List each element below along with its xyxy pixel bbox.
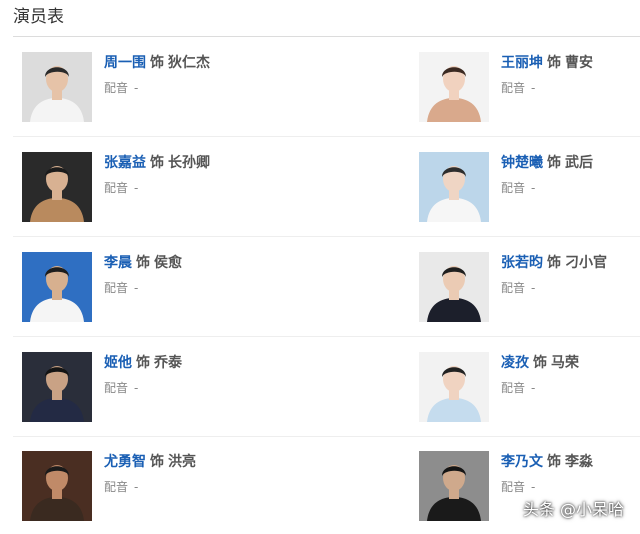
voice-value: - [134, 81, 139, 95]
role-name: 曹安 [565, 55, 593, 71]
voice-label: 配音 [104, 381, 129, 395]
voice-label: 配音 [104, 181, 129, 195]
cast-item: 尤勇智饰洪亮配音 - [22, 451, 242, 523]
actor-photo[interactable] [22, 52, 92, 122]
actor-name-link[interactable]: 王丽坤 [501, 55, 543, 71]
voice-label: 配音 [501, 281, 526, 295]
voice-label: 配音 [501, 480, 526, 494]
connector-label: 饰 [136, 255, 150, 271]
connector-label: 饰 [150, 454, 164, 470]
role-name: 狄仁杰 [168, 55, 210, 71]
actor-name-link[interactable]: 周一围 [104, 55, 146, 71]
voice-label: 配音 [501, 381, 526, 395]
connector-label: 饰 [150, 155, 164, 171]
role-name: 洪亮 [168, 454, 196, 470]
cast-item: 张若昀饰刁小官配音 - [419, 252, 639, 324]
voice-value: - [531, 381, 536, 395]
voice-value: - [134, 281, 139, 295]
connector-label: 饰 [547, 55, 561, 71]
cast-item: 姬他饰乔泰配音 - [22, 352, 242, 424]
row-divider [13, 436, 640, 437]
voice-label: 配音 [104, 81, 129, 95]
actor-photo[interactable] [22, 252, 92, 322]
voice-value: - [134, 181, 139, 195]
actor-name-link[interactable]: 张若昀 [501, 255, 543, 271]
voice-label: 配音 [104, 480, 129, 494]
voice-value: - [531, 480, 536, 494]
actor-photo[interactable] [419, 52, 489, 122]
actor-photo[interactable] [22, 451, 92, 521]
cast-item: 李晨饰侯愈配音 - [22, 252, 242, 324]
connector-label: 饰 [150, 55, 164, 71]
connector-label: 饰 [547, 155, 561, 171]
actor-photo[interactable] [419, 352, 489, 422]
actor-name-link[interactable]: 凌孜 [501, 355, 529, 371]
actor-name-link[interactable]: 尤勇智 [104, 454, 146, 470]
voice-value: - [134, 381, 139, 395]
cast-item: 凌孜饰马荣配音 - [419, 352, 639, 424]
actor-photo[interactable] [419, 451, 489, 521]
voice-label: 配音 [501, 81, 526, 95]
connector-label: 饰 [547, 255, 561, 271]
actor-photo[interactable] [419, 252, 489, 322]
role-name: 乔泰 [154, 355, 182, 371]
cast-item: 王丽坤饰曹安配音 - [419, 52, 639, 124]
row-divider [13, 336, 640, 337]
role-name: 侯愈 [154, 255, 182, 271]
role-name: 武后 [565, 155, 593, 171]
actor-photo[interactable] [419, 152, 489, 222]
watermark: 头条 @小呆哈 [522, 500, 624, 519]
voice-label: 配音 [104, 281, 129, 295]
voice-value: - [531, 281, 536, 295]
actor-name-link[interactable]: 钟楚曦 [501, 155, 543, 171]
row-divider [13, 136, 640, 137]
connector-label: 饰 [136, 355, 150, 371]
actor-photo[interactable] [22, 152, 92, 222]
connector-label: 饰 [547, 454, 561, 470]
role-name: 刁小官 [565, 255, 607, 271]
cast-item: 钟楚曦饰武后配音 - [419, 152, 639, 224]
actor-name-link[interactable]: 张嘉益 [104, 155, 146, 171]
voice-label: 配音 [501, 181, 526, 195]
section-title: 演员表 [13, 7, 64, 27]
voice-value: - [531, 81, 536, 95]
cast-item: 张嘉益饰长孙卿配音 - [22, 152, 242, 224]
actor-name-link[interactable]: 李乃文 [501, 454, 543, 470]
row-divider [13, 236, 640, 237]
voice-value: - [531, 181, 536, 195]
role-name: 马荣 [551, 355, 579, 371]
title-divider [13, 36, 640, 37]
actor-name-link[interactable]: 姬他 [104, 355, 132, 371]
role-name: 长孙卿 [168, 155, 210, 171]
connector-label: 饰 [533, 355, 547, 371]
role-name: 李淼 [565, 454, 593, 470]
cast-item: 周一围饰狄仁杰配音 - [22, 52, 242, 124]
actor-name-link[interactable]: 李晨 [104, 255, 132, 271]
actor-photo[interactable] [22, 352, 92, 422]
voice-value: - [134, 480, 139, 494]
